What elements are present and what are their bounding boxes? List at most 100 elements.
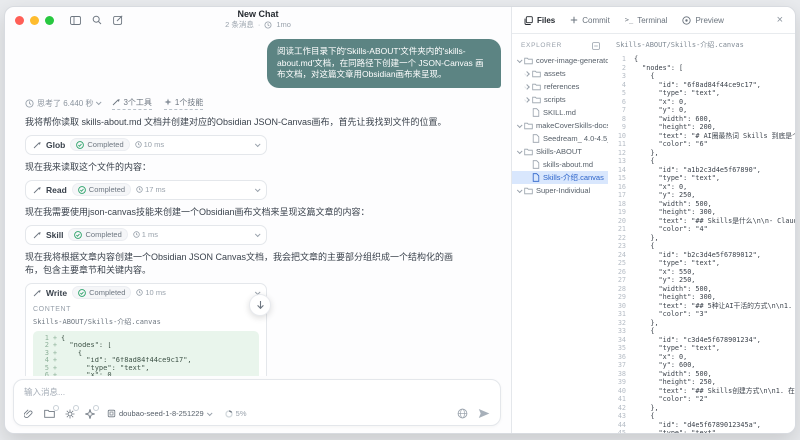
tab-commit[interactable]: Commit: [570, 16, 610, 25]
editor-line[interactable]: 44 "id": "d4e5f6789012345a",: [614, 421, 795, 430]
message-list[interactable]: 阅读工作目录下的'Skills-ABOUT'文件夹内的'skills-about…: [5, 33, 511, 376]
editor-line[interactable]: 17 "y": 250,: [614, 191, 795, 200]
editor-line[interactable]: 25 "type": "text",: [614, 259, 795, 268]
diff-line: 4 + "id": "6f8ad84f44ce9c17",: [44, 356, 192, 365]
zoom-window-button[interactable]: [45, 15, 54, 25]
editor-line[interactable]: 23 {: [614, 242, 795, 251]
folder-attach-icon[interactable]: [44, 405, 59, 418]
editor-line[interactable]: 20 "text": "## Skills是什么\n\n- Claude发布的技…: [614, 217, 795, 226]
attachment-icon[interactable]: [24, 409, 34, 419]
close-window-button[interactable]: [15, 15, 24, 25]
editor-line[interactable]: 37 "y": 600,: [614, 361, 795, 370]
tools-used-link[interactable]: 3个工具: [112, 97, 152, 110]
tab-files[interactable]: Files: [524, 16, 555, 25]
editor-line[interactable]: 5 "type": "text",: [614, 89, 795, 98]
collapse-explorer-icon[interactable]: [592, 41, 600, 50]
editor-line[interactable]: 29 "height": 300,: [614, 293, 795, 302]
editor-line[interactable]: 24 "id": "b2c3d4e5f6789012",: [614, 251, 795, 260]
editor-line[interactable]: 41 "color": "2": [614, 395, 795, 404]
tree-item-scripts[interactable]: scripts: [512, 93, 608, 106]
tool-card-glob[interactable]: Glob Completed 10 ms: [25, 134, 267, 155]
chevron-down-icon[interactable]: [254, 230, 261, 237]
editor-line[interactable]: 21 "color": "4": [614, 225, 795, 234]
tool-card-write[interactable]: Write Completed 10 ms CONTENT Skills-ABO…: [25, 282, 267, 376]
editor-line[interactable]: 27 "y": 250,: [614, 276, 795, 285]
chat-input[interactable]: 输入消息... doubao-seed-1-8-251229 5%: [13, 379, 501, 426]
editor-line[interactable]: 22 },: [614, 234, 795, 243]
editor-line[interactable]: 39 "height": 250,: [614, 378, 795, 387]
tools-menu-icon[interactable]: [65, 404, 79, 419]
tab-preview[interactable]: Preview: [682, 15, 724, 25]
file-icon: [532, 134, 540, 143]
editor-line[interactable]: 43 {: [614, 412, 795, 421]
editor-line[interactable]: 36 "x": 0,: [614, 353, 795, 362]
editor-line[interactable]: 12 },: [614, 149, 795, 158]
editor-line[interactable]: 35 "type": "text",: [614, 344, 795, 353]
editor-line[interactable]: 19 "height": 300,: [614, 208, 795, 217]
editor-line[interactable]: 3 {: [614, 72, 795, 81]
editor-line[interactable]: 13 {: [614, 157, 795, 166]
editor-line[interactable]: 28 "width": 500,: [614, 285, 795, 294]
editor-line[interactable]: 45 "type": "text",: [614, 429, 795, 433]
folder-icon: [532, 96, 541, 104]
tree-item-label: Skills-ABOUT: [536, 147, 582, 156]
editor-line[interactable]: 30 "text": "## 5种让AI干活的方式\n\n1. [prompt]…: [614, 302, 795, 311]
new-chat-icon[interactable]: [113, 15, 123, 25]
tree-item-skills-about.md[interactable]: skills-about.md: [512, 158, 608, 171]
tree-item-super-individual[interactable]: Super-Individual: [512, 184, 608, 197]
editor-line[interactable]: 6 "x": 0,: [614, 98, 795, 107]
tree-item-references[interactable]: references: [512, 80, 608, 93]
tree-item-cover-image-generator[interactable]: cover-image-generator: [512, 54, 608, 67]
tree-item-skills--.canvas[interactable]: Skills-介绍.canvas: [512, 171, 608, 184]
editor-line[interactable]: 40 "text": "## Skills创建方式\n\n1. 在.claude…: [614, 387, 795, 396]
editor-line[interactable]: 15 "type": "text",: [614, 174, 795, 183]
editor-line[interactable]: 14 "id": "a1b2c3d4e5f67890",: [614, 166, 795, 175]
tool-card-read[interactable]: Read Completed 17 ms: [25, 179, 267, 200]
editor-line[interactable]: 33 {: [614, 327, 795, 336]
tree-item-seedream-4.0-4.5-ap[interactable]: Seedream_ 4.0-4.5_AP: [512, 132, 608, 145]
model-chip-icon: [107, 409, 116, 418]
check-circle-icon: [74, 230, 83, 239]
editor-line[interactable]: 1{: [614, 55, 795, 64]
tree-item-makecoverskills-docs[interactable]: makeCoverSkills-docs: [512, 119, 608, 132]
editor-line[interactable]: 16 "x": 0,: [614, 183, 795, 192]
tab-terminal[interactable]: >_ Terminal: [625, 16, 668, 25]
code-editor[interactable]: Skills-ABOUT/Skills-介绍.canvas 1{2 "nodes…: [608, 34, 795, 433]
chevron-down-icon: [516, 121, 523, 128]
send-icon[interactable]: [478, 408, 490, 419]
model-selector[interactable]: doubao-seed-1-8-251229: [107, 409, 213, 418]
editor-line[interactable]: 9 "height": 200,: [614, 123, 795, 132]
editor-line[interactable]: 34 "id": "c3d4e5f678901234",: [614, 336, 795, 345]
editor-line[interactable]: 11 "color": "6": [614, 140, 795, 149]
preview-icon: [682, 15, 692, 25]
sidebar-toggle-icon[interactable]: [70, 15, 81, 25]
editor-line[interactable]: 4 "id": "6f8ad84f44ce9c17",: [614, 81, 795, 90]
tool-card-skill[interactable]: Skill Completed 1 ms: [25, 224, 267, 245]
voice-input-icon[interactable]: [457, 408, 468, 419]
tree-item-skill.md[interactable]: SKILL.md: [512, 106, 608, 119]
tool-duration: 10 ms: [134, 140, 164, 149]
tree-item-skills-about[interactable]: Skills-ABOUT: [512, 145, 608, 158]
skills-used-link[interactable]: 1个技能: [163, 97, 204, 110]
search-icon[interactable]: [92, 15, 102, 25]
minimize-window-button[interactable]: [30, 15, 39, 25]
editor-line[interactable]: 10 "text": "# AI圈最热词 Skills 到底是个啥？\n\n一篇…: [614, 132, 795, 141]
editor-line[interactable]: 26 "x": 550,: [614, 268, 795, 277]
tool-name: Write: [46, 287, 68, 298]
scroll-to-bottom-button[interactable]: [249, 294, 271, 316]
editor-line[interactable]: 8 "width": 600,: [614, 115, 795, 124]
editor-line[interactable]: 32 },: [614, 319, 795, 328]
editor-line[interactable]: 31 "color": "3": [614, 310, 795, 319]
editor-line[interactable]: 2 "nodes": [: [614, 64, 795, 73]
editor-line[interactable]: 38 "width": 500,: [614, 370, 795, 379]
tree-item-assets[interactable]: assets: [512, 67, 608, 80]
editor-line[interactable]: 42 },: [614, 404, 795, 413]
chevron-down-icon[interactable]: [254, 140, 261, 147]
diff-line: 2 + "nodes": [: [44, 341, 112, 350]
close-panel-icon[interactable]: ×: [777, 14, 783, 26]
editor-line[interactable]: 7 "y": 0,: [614, 106, 795, 115]
thinking-summary[interactable]: 思考了 6.440 秒: [25, 98, 103, 109]
chevron-down-icon[interactable]: [254, 185, 261, 192]
editor-line[interactable]: 18 "width": 500,: [614, 200, 795, 209]
skills-menu-icon[interactable]: [85, 404, 99, 419]
